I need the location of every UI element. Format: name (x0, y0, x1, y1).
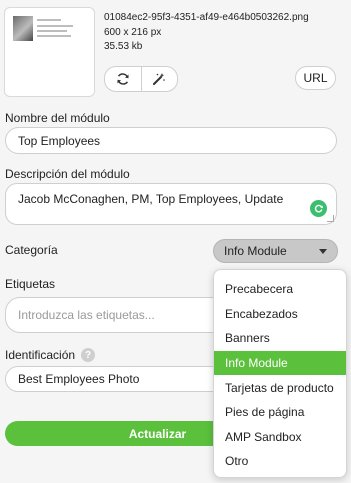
category-selected-value: Info Module (224, 244, 287, 258)
category-select[interactable]: Info Module (213, 239, 338, 263)
category-option-info-module[interactable]: Info Module (214, 350, 346, 376)
thumbnail-photo (13, 16, 33, 41)
module-name-value: Top Employees (18, 133, 101, 148)
help-icon[interactable]: ? (81, 348, 95, 362)
thumbnail-line (37, 19, 61, 21)
image-thumbnail[interactable] (4, 7, 95, 97)
category-dropdown-menu: Precabecera Encabezados Banners Info Mod… (213, 269, 347, 478)
tags-placeholder: Introduzca las etiquetas... (18, 308, 155, 322)
thumbnail-preview (13, 16, 86, 44)
grammar-check-icon[interactable] (310, 200, 327, 217)
image-file-name: 01084ec2-95f3-4351-af49-e464b0503262.png (104, 12, 309, 23)
module-edit-panel: 01084ec2-95f3-4351-af49-e464b0503262.png… (0, 0, 351, 483)
refresh-button[interactable] (105, 67, 141, 91)
module-name-label: Nombre del módulo (5, 111, 110, 125)
image-tool-group (104, 66, 178, 92)
tags-label: Etiquetas (5, 277, 56, 291)
thumbnail-line (37, 30, 67, 32)
module-description-value: Jacob McConaghen, PM, Top Employees, Upd… (18, 192, 284, 206)
identification-value: Best Employees Photo (18, 372, 140, 386)
refresh-icon (117, 73, 129, 85)
url-button[interactable]: URL (295, 66, 336, 90)
category-option-precabecera[interactable]: Precabecera (214, 277, 346, 302)
module-name-input[interactable]: Top Employees (5, 127, 337, 154)
magic-wand-button[interactable] (140, 67, 178, 91)
thumbnail-line (37, 25, 73, 27)
image-dimensions: 600 x 216 px (104, 27, 162, 38)
image-file-size: 35.53 kb (104, 41, 143, 52)
resize-handle[interactable] (327, 215, 334, 222)
category-option-banners[interactable]: Banners (214, 326, 346, 351)
category-option-pies-de-pagina[interactable]: Pies de página (214, 400, 346, 425)
category-option-otro[interactable]: Otro (214, 449, 346, 474)
module-description-textarea[interactable]: Jacob McConaghen, PM, Top Employees, Upd… (5, 183, 337, 225)
category-label: Categoría (5, 243, 58, 257)
thumbnail-line (37, 35, 71, 37)
category-option-amp-sandbox[interactable]: AMP Sandbox (214, 425, 346, 450)
magic-wand-icon (153, 73, 166, 85)
category-option-tarjetas-de-producto[interactable]: Tarjetas de producto (214, 375, 346, 400)
module-description-label: Descripción del módulo (5, 167, 130, 181)
category-option-encabezados[interactable]: Encabezados (214, 302, 346, 327)
identification-label: Identificación (5, 348, 76, 362)
chevron-down-icon (319, 248, 327, 254)
